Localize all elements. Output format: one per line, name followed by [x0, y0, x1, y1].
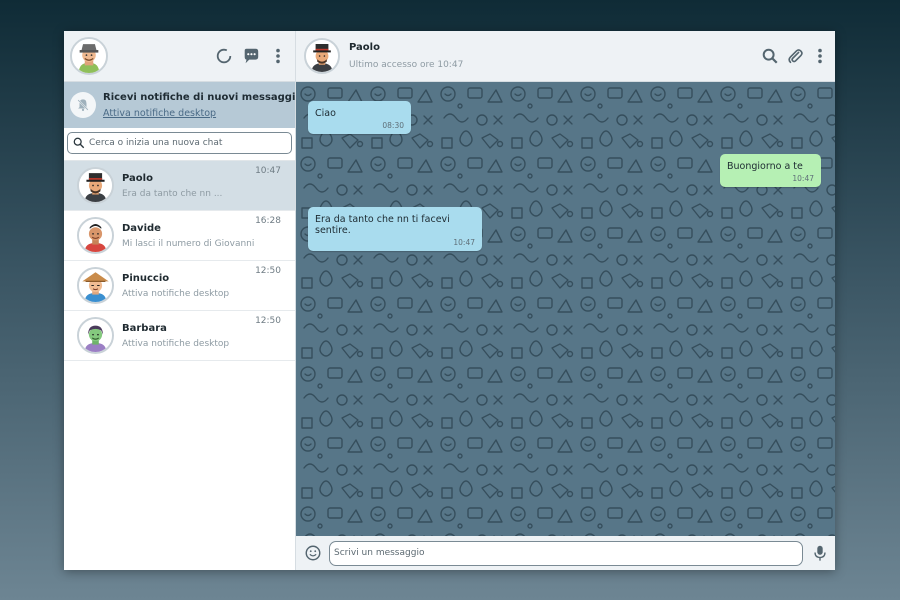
chat-time: 16:28 [255, 216, 281, 226]
contact-avatar[interactable] [304, 38, 340, 74]
chat-preview: Attiva notifiche desktop [122, 338, 230, 349]
avatar [77, 267, 114, 304]
menu-dots-icon[interactable] [811, 47, 829, 65]
sidebar: Ricevi notifiche di nuovi messaggi Attiv… [64, 31, 296, 570]
message-text: Era da tanto che nn ti facevi sentire. [315, 214, 450, 236]
doodle-background [296, 82, 835, 536]
message-time: 08:30 [382, 121, 404, 130]
avatar [77, 217, 114, 254]
chat-preview: Mi lasci il numero di Giovanni [122, 238, 255, 249]
notification-title: Ricevi notifiche di nuovi messaggi [103, 91, 296, 103]
notification-banner: Ricevi notifiche di nuovi messaggi Attiv… [64, 82, 295, 128]
message-input-box [329, 540, 803, 566]
microphone-icon[interactable] [811, 544, 829, 562]
attach-icon[interactable] [786, 47, 804, 65]
avatar [77, 317, 114, 354]
search-bar [64, 128, 295, 161]
message-text: Buongiorno a te [727, 161, 803, 172]
message-time: 10:47 [453, 238, 475, 247]
chat-list: Paolo Era da tanto che nn ... 10:47 Davi… [64, 161, 295, 570]
chat-time: 10:47 [255, 166, 281, 176]
message-input[interactable] [334, 548, 798, 558]
status-icon[interactable] [215, 47, 233, 65]
bell-off-icon [70, 92, 96, 118]
message-composer [296, 536, 835, 570]
conversation-header: Paolo Ultimo accesso ore 10:47 [296, 31, 835, 82]
avatar [77, 167, 114, 204]
message-time: 10:47 [792, 174, 814, 183]
conversation-panel: Paolo Ultimo accesso ore 10:47 Ciao 08:3… [296, 31, 835, 570]
chat-time: 12:50 [255, 266, 281, 276]
search-icon[interactable] [761, 47, 779, 65]
chat-item-pinuccio[interactable]: Pinuccio Attiva notifiche desktop 12:50 [64, 261, 295, 311]
message-text: Ciao [315, 108, 336, 119]
emoji-icon[interactable] [304, 544, 322, 562]
message-bubble-incoming[interactable]: Era da tanto che nn ti facevi sentire. 1… [308, 207, 482, 251]
chat-item-davide[interactable]: Davide Mi lasci il numero di Giovanni 16… [64, 211, 295, 261]
user-avatar[interactable] [70, 37, 108, 75]
search-icon [73, 137, 85, 149]
contact-name: Paolo [349, 42, 380, 53]
chat-preview: Attiva notifiche desktop [122, 288, 230, 299]
enable-notifications-link[interactable]: Attiva notifiche desktop [103, 108, 295, 119]
search-box [67, 132, 292, 154]
new-chat-icon[interactable] [242, 47, 260, 65]
contact-status: Ultimo accesso ore 10:47 [349, 60, 464, 70]
chat-preview: Era da tanto che nn ... [122, 188, 223, 199]
search-input[interactable] [89, 138, 286, 148]
message-bubble-incoming[interactable]: Ciao 08:30 [308, 101, 411, 134]
chat-time: 12:50 [255, 316, 281, 326]
app-window: Ricevi notifiche di nuovi messaggi Attiv… [64, 31, 835, 570]
chat-item-paolo[interactable]: Paolo Era da tanto che nn ... 10:47 [64, 161, 295, 211]
sidebar-header [64, 31, 295, 82]
chat-item-barbara[interactable]: Barbara Attiva notifiche desktop 12:50 [64, 311, 295, 361]
menu-dots-icon[interactable] [269, 47, 287, 65]
message-area[interactable]: Ciao 08:30 Buongiorno a te 10:47 Era da … [296, 82, 835, 536]
message-bubble-outgoing[interactable]: Buongiorno a te 10:47 [720, 154, 821, 187]
